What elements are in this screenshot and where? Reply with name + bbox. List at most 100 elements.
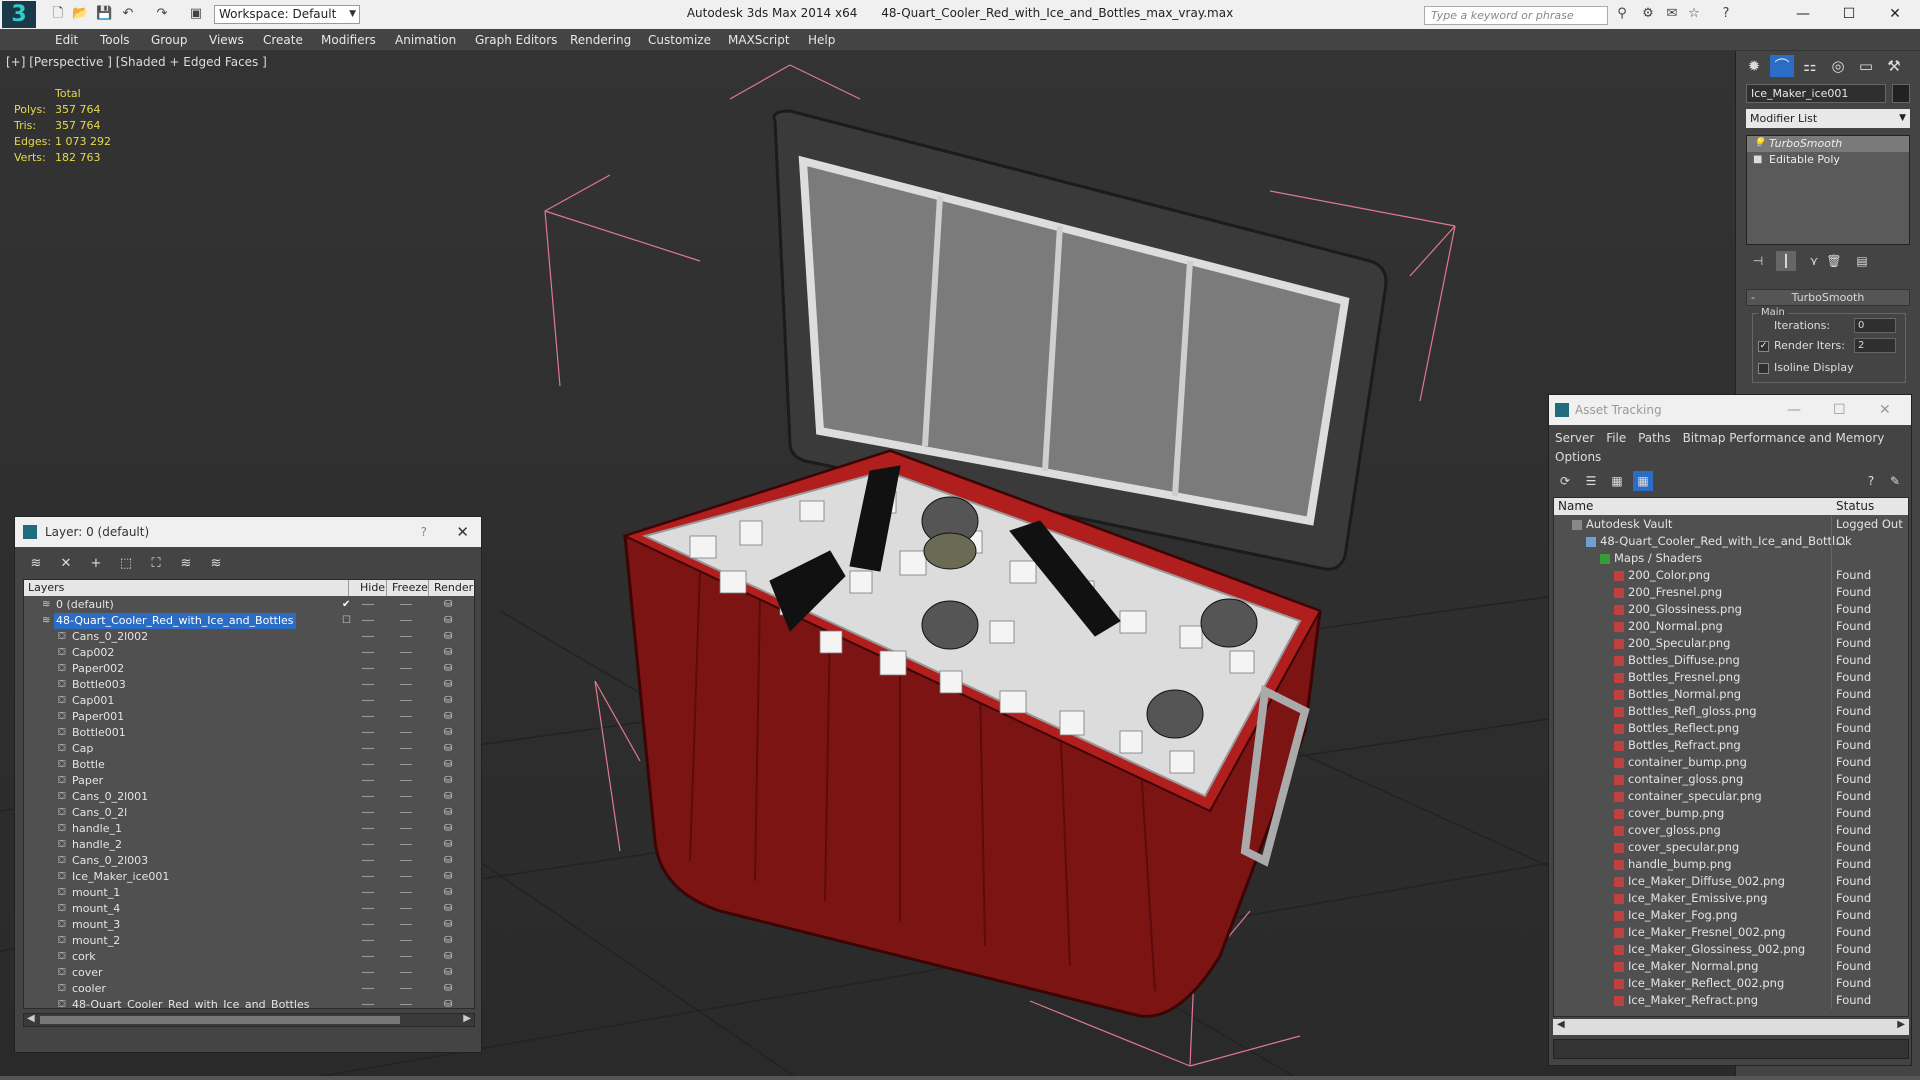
freeze-toggle[interactable] [400,876,412,877]
layer-row[interactable]: ⛋ 48-Quart_Cooler_Red_with_Ice_and_Bottle… [24,997,474,1008]
asset-row[interactable]: Bottles_Reflect.png Found [1554,720,1908,737]
make-unique-icon[interactable]: ⋎ [1804,251,1824,271]
pin-stack-icon[interactable]: ⊣ [1748,251,1768,271]
layer-name[interactable]: Bottle001 [70,725,128,741]
highlight-icon[interactable]: ⛶ [145,553,167,575]
display-tab-icon[interactable]: ▭ [1854,55,1878,77]
freeze-toggle[interactable] [400,940,412,941]
layer-name[interactable]: Cap002 [70,645,116,661]
hide-toggle[interactable] [362,732,374,733]
hide-toggle[interactable] [362,716,374,717]
col-freeze[interactable]: Freeze [392,581,428,594]
render-teapot-icon[interactable]: ⛁ [444,677,452,693]
layer-row[interactable]: ⛋ Paper002 ⛁ [24,661,474,677]
hide-toggle[interactable] [362,876,374,877]
isoline-checkbox[interactable] [1758,363,1769,374]
asset-row[interactable]: Ice_Maker_Fresnel_002.png Found [1554,924,1908,941]
hide-toggle[interactable] [362,940,374,941]
render-teapot-icon[interactable]: ⛁ [444,645,452,661]
freeze-toggle[interactable] [400,684,412,685]
asset-row[interactable]: cover_gloss.png Found [1554,822,1908,839]
asset-row[interactable]: container_specular.png Found [1554,788,1908,805]
render-teapot-icon[interactable]: ⛁ [444,869,452,885]
render-teapot-icon[interactable]: ⛁ [444,981,452,997]
layer-name[interactable]: handle_2 [70,837,124,853]
freeze-toggle[interactable] [400,892,412,893]
layer-row[interactable]: ⛋ Cap ⛁ [24,741,474,757]
asset-row[interactable]: cover_specular.png Found [1554,839,1908,856]
help-icon[interactable]: ? [1861,471,1881,491]
layer-name[interactable]: Bottle [70,757,107,773]
refresh-icon[interactable]: ⟳ [1555,471,1575,491]
layer-name[interactable]: cover [70,965,105,981]
hide-toggle[interactable] [362,604,374,605]
asset-row[interactable]: Bottles_Normal.png Found [1554,686,1908,703]
render-teapot-icon[interactable]: ⛁ [444,789,452,805]
freeze-toggle[interactable] [400,956,412,957]
freeze-toggle[interactable] [400,812,412,813]
menu-file[interactable]: File [1606,431,1626,445]
menu-options[interactable]: Options [1555,450,1601,464]
col-layers[interactable]: Layers [28,581,64,594]
asset-row[interactable]: Maps / Shaders [1554,550,1908,567]
configure-sets-icon[interactable]: ▤ [1852,251,1872,271]
layer-name[interactable]: mount_2 [70,933,122,949]
render-teapot-icon[interactable]: ⛁ [444,965,452,981]
asset-row[interactable]: handle_bump.png Found [1554,856,1908,873]
layer-row[interactable]: ⛋ cooler ⛁ [24,981,474,997]
modifier-list-dropdown[interactable]: Modifier List ▼ [1746,109,1910,128]
layer-name[interactable]: cork [70,949,98,965]
menu-paths[interactable]: Paths [1638,431,1671,445]
hide-toggle[interactable] [362,780,374,781]
hide-toggle[interactable] [362,908,374,909]
layer-row[interactable]: ⛋ Paper001 ⛁ [24,709,474,725]
modify-tab-icon[interactable]: ⌒ [1770,55,1794,77]
render-teapot-icon[interactable]: ⛁ [444,613,452,629]
asset-row[interactable]: Bottles_Diffuse.png Found [1554,652,1908,669]
freeze-toggle[interactable] [400,780,412,781]
menu-customize[interactable]: Customize [648,33,711,47]
render-teapot-icon[interactable]: ⛁ [444,885,452,901]
render-teapot-icon[interactable]: ⛁ [444,933,452,949]
render-iters-checkbox[interactable]: ✓ [1758,341,1769,352]
minimize-button[interactable]: — [1787,395,1801,425]
freeze-toggle[interactable] [400,828,412,829]
hide-toggle[interactable] [362,972,374,973]
render-teapot-icon[interactable]: ⛁ [444,709,452,725]
add-icon[interactable]: + [85,553,107,575]
motion-tab-icon[interactable]: ◎ [1826,55,1850,77]
layer-name[interactable]: 0 (default) [54,597,116,613]
render-teapot-icon[interactable]: ⛁ [444,821,452,837]
scroll-left-icon[interactable]: ◀ [1557,1019,1565,1030]
layer-row[interactable]: ≋ 0 (default) ✔ ⛁ [24,597,474,613]
layer-name[interactable]: 48-Quart_Cooler_Red_with_Ice_and_Bottles [70,997,312,1008]
hierarchy-tab-icon[interactable]: ⚏ [1798,55,1822,77]
hide-toggle[interactable] [362,764,374,765]
render-teapot-icon[interactable]: ⛁ [444,949,452,965]
hide-toggle[interactable] [362,652,374,653]
menu-create[interactable]: Create [263,33,303,47]
layer-row[interactable]: ⛋ mount_1 ⛁ [24,885,474,901]
maximize-button[interactable]: ☐ [1833,395,1846,425]
layer-row[interactable]: ≋ 48-Quart_Cooler_Red_with_Ice_and_Bottle… [24,613,474,629]
layer-stack-icon[interactable]: ≋ [25,553,47,575]
freeze-toggle[interactable] [400,844,412,845]
asset-row[interactable]: cover_bump.png Found [1554,805,1908,822]
close-button[interactable]: ✕ [1880,3,1910,25]
asset-row[interactable]: 200_Normal.png Found [1554,618,1908,635]
hide-all-icon[interactable]: ≋ [175,553,197,575]
layer-name[interactable]: mount_1 [70,885,122,901]
menu-group[interactable]: Group [151,33,188,47]
hide-toggle[interactable] [362,748,374,749]
layer-row[interactable]: ⛋ mount_2 ⛁ [24,933,474,949]
layer-name[interactable]: 48-Quart_Cooler_Red_with_Ice_and_Bottles [54,613,296,629]
layer-row[interactable]: ⛋ mount_4 ⛁ [24,901,474,917]
set-current-checkbox[interactable]: ☐ [342,613,351,629]
hide-toggle[interactable] [362,668,374,669]
asset-row[interactable]: 200_Color.png Found [1554,567,1908,584]
layer-row[interactable]: ⛋ handle_2 ⛁ [24,837,474,853]
layer-row[interactable]: ⛋ Cans_0_2l001 ⛁ [24,789,474,805]
menu-edit[interactable]: Edit [55,33,78,47]
render-teapot-icon[interactable]: ⛁ [444,805,452,821]
help-button[interactable]: ? [421,517,427,547]
